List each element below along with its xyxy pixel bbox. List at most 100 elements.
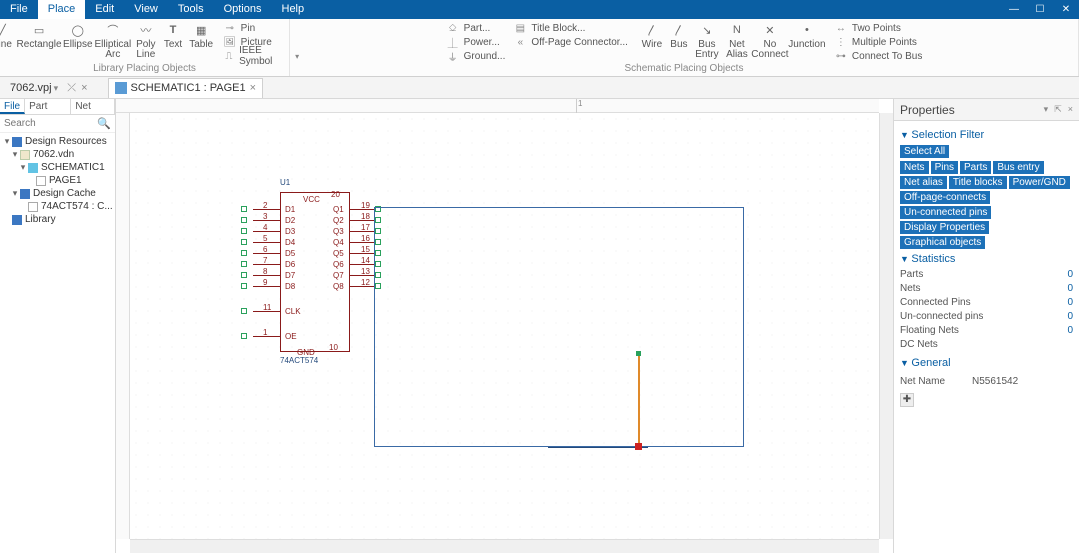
project-tab[interactable]: 7062.vpj▾ ⤫ × [0,77,98,99]
menu-options[interactable]: Options [214,0,272,19]
window-controls: — ☐ ✕ [1001,4,1079,15]
left-panel-tabs: File Part Tree Net Tree [0,99,115,115]
project-close-icon[interactable]: × [81,82,87,94]
document-tab[interactable]: SCHEMATIC1 : PAGE1 × [108,78,264,98]
filter-tag[interactable]: Nets [900,161,929,174]
pin-pad[interactable] [241,261,247,267]
sec-general[interactable]: General [900,357,1073,369]
filter-tag[interactable]: Power/GND [1009,176,1070,189]
menu-tools[interactable]: Tools [168,0,214,19]
ribbon-polyline[interactable]: 〰Poly Line [133,21,158,60]
ribbon-bus[interactable]: 〳Bus [666,21,692,60]
window-maximize-icon[interactable]: ☐ [1027,4,1053,15]
pin-number: 5 [263,234,267,243]
tree-node[interactable]: ▾Design Resources [2,135,115,148]
pin-pad[interactable] [241,283,247,289]
pin-pad[interactable] [241,228,247,234]
pin-label: Q5 [333,249,344,258]
ribbon-table[interactable]: ▦Table [188,21,215,50]
filter-tag[interactable]: Pins [931,161,958,174]
pin-number: 3 [263,212,267,221]
ribbon-busentry[interactable]: ↘Bus Entry [692,21,722,60]
ribbon-wire[interactable]: 〳Wire [638,21,666,60]
chevron-down-icon[interactable]: ▾ [54,83,59,93]
menu-edit[interactable]: Edit [85,0,124,19]
pin-pad[interactable] [241,206,247,212]
menu-place[interactable]: Place [38,0,86,19]
filter-tag[interactable]: Display Properties [900,221,989,234]
lp-tab-part[interactable]: Part Tree [25,99,71,114]
ribbon-multipoints[interactable]: ⋮Multiple Points [834,35,922,49]
ribbon-netalias[interactable]: NNet Alias [722,21,752,60]
filter-tag[interactable]: Title blocks [949,176,1007,189]
tree-node[interactable]: ▾SCHEMATIC1 [2,161,115,174]
filter-tag[interactable]: Parts [960,161,991,174]
ribbon-twopoints[interactable]: ↔Two Points [834,21,922,35]
sec-selection-filter[interactable]: Selection Filter [900,129,1073,141]
busentry-icon: ↘ [698,21,716,39]
wire-segment-bottom[interactable] [548,447,648,448]
props-menu-icon[interactable]: ▾ [1044,104,1049,115]
pin-pad[interactable] [241,333,247,339]
ribbon-connectbus[interactable]: ⊶Connect To Bus [834,49,922,63]
ribbon-noconnect[interactable]: ✕No Connect [752,21,788,60]
filter-tag[interactable]: Graphical objects [900,236,985,249]
tree-node[interactable]: 74ACT574 : C... [2,200,115,213]
ribbon-ieee[interactable]: ⎍IEEE Symbol ▾ [223,49,300,63]
pin-number: 15 [361,245,370,254]
menu-help[interactable]: Help [272,0,315,19]
project-pin-icon[interactable]: ⤫ [67,82,76,94]
doc-close-icon[interactable]: × [250,82,256,94]
window-minimize-icon[interactable]: — [1001,4,1027,15]
ribbon-arc[interactable]: ⌒Elliptical Arc [95,21,132,60]
add-property-button[interactable]: ✚ [900,393,914,407]
ribbon-offpage[interactable]: «Off-Page Connector... [513,35,628,49]
search-icon[interactable]: 🔍 [96,117,112,130]
window-close-icon[interactable]: ✕ [1053,4,1079,15]
filter-tag[interactable]: Bus entry [993,161,1043,174]
wire-selected[interactable] [638,353,640,447]
ribbon-text[interactable]: TText [160,21,185,50]
menu-file[interactable]: File [0,0,38,19]
ribbon-power[interactable]: ⏊Power... [446,35,506,49]
tree-node[interactable]: ▾Design Cache [2,187,115,200]
ribbon-junction[interactable]: •Junction [788,21,826,60]
project-tree: ▾Design Resources▾7062.vdn▾SCHEMATIC1PAG… [0,133,115,226]
props-pin-icon[interactable]: ⇱ [1054,104,1062,115]
menu-view[interactable]: View [124,0,168,19]
pin-number: 12 [361,278,370,287]
lp-tab-file[interactable]: File [0,99,25,114]
ribbon-ground[interactable]: ⏚Ground... [446,49,506,63]
ribbon-pin[interactable]: ⊸Pin [223,21,300,35]
ribbon-rectangle[interactable]: ▭Rectangle [17,21,61,50]
filter-tag[interactable]: Un-connected pins [900,206,991,219]
tree-node[interactable]: ▾7062.vdn [2,148,115,161]
scrollbar-vertical[interactable] [879,113,893,539]
comp-pin-lbl-vcc: VCC [303,195,320,204]
ribbon-ellipse[interactable]: ◯Ellipse [63,21,92,50]
left-panel: File Part Tree Net Tree 🔍 ▾Design Resour… [0,99,116,553]
tree-node[interactable]: PAGE1 [2,174,115,187]
wire-drag-handle[interactable] [635,443,642,450]
pin-pad[interactable] [241,239,247,245]
tree-node[interactable]: Library [2,213,115,226]
ribbon-part[interactable]: ⎐Part... [446,21,506,35]
schematic-canvas[interactable]: U1 20 VCC 10 GND 74ACT574 2D13D24D35D46D… [130,113,879,539]
ribbon-titleblock[interactable]: ▤Title Block... [513,21,628,35]
filter-tag[interactable]: Net alias [900,176,947,189]
filter-tag[interactable]: Off-page-connects [900,191,990,204]
lp-tab-net[interactable]: Net Tree [71,99,115,114]
ribbon-line[interactable]: ╱Line [0,21,15,50]
tag-select-all[interactable]: Select All [900,145,949,158]
props-close-icon[interactable]: × [1068,104,1073,115]
pin-pad[interactable] [241,308,247,314]
search-input[interactable] [0,118,96,129]
scrollbar-horizontal[interactable] [130,539,879,553]
pin-pad[interactable] [241,250,247,256]
pin-number: 17 [361,223,370,232]
pin-pad[interactable] [241,217,247,223]
pin-label: CLK [285,307,301,316]
wire-endpoint[interactable] [636,351,641,356]
pin-pad[interactable] [241,272,247,278]
sec-statistics[interactable]: Statistics [900,253,1073,265]
